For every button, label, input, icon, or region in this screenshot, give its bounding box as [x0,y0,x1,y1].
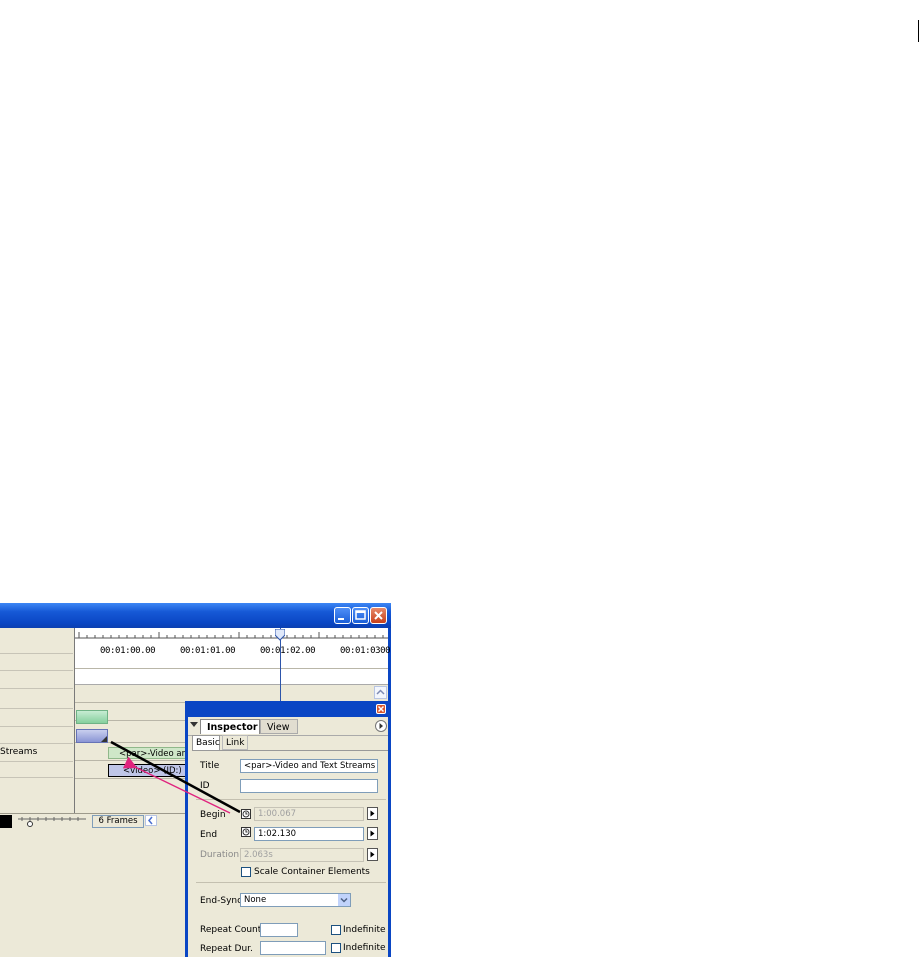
ruler-ticks [75,632,388,639]
layer-row [0,628,73,654]
scroll-left-button[interactable] [145,815,157,826]
repeat-dur-label: Repeat Dur. [200,944,253,954]
tab-view[interactable]: View [260,719,298,734]
inspector-panel: Inspector View Basic Link Title <par>-Vi… [185,701,391,957]
layer-row[interactable] [0,762,73,778]
begin-field[interactable]: 1:00.067 [254,807,364,821]
layer-row [0,671,73,689]
title-label: Title [200,761,220,771]
scale-container-label: Scale Container Elements [254,867,370,877]
duration-label: Duration [200,850,240,860]
duration-pick-button[interactable] [367,848,378,861]
ruler-label: 00:01:02.00 [260,646,316,656]
collapse-arrow-icon[interactable] [190,721,198,729]
layer-row [0,727,73,744]
scale-container-checkbox[interactable] [241,867,251,877]
scroll-up-button[interactable] [374,686,387,699]
ruler-label: 00:01:00.00 [100,646,156,656]
maximize-icon [355,610,366,620]
section-divider [196,799,386,800]
close-icon [374,611,383,620]
endsync-value: None [244,895,267,905]
begin-label: Begin [200,810,226,820]
timeline-status-bar: 6 Frames [0,813,200,828]
indefinite-label: Indefinite [343,925,386,935]
subtab-basic[interactable]: Basic [192,735,220,750]
minimize-button[interactable] [334,607,351,624]
section-divider [196,882,386,883]
maximize-button[interactable] [352,607,369,624]
chevron-up-icon [376,689,385,695]
inspector-header [188,701,388,717]
clip-text-stream[interactable] [76,710,108,724]
layer-row [0,689,73,709]
ruler-label: 00:01:0300 [340,646,391,656]
title-field[interactable]: <par>-Video and Text Streams [240,759,378,773]
dropdown-arrow[interactable] [338,894,350,906]
time-ruler[interactable]: 00:01:00.00 00:01:01.00 00:01:02.00 00:0… [75,628,391,685]
page-edge-mark [918,20,919,42]
panel-close-button[interactable] [376,704,386,714]
basic-properties: Title <par>-Video and Text Streams ID Be… [192,750,388,957]
id-field[interactable] [240,779,378,793]
clip-marker-icon [101,736,107,742]
layer-panel: Streams [0,628,75,818]
end-pick-button[interactable] [367,827,378,840]
repeat-count-indefinite-checkbox[interactable] [331,925,341,935]
repeat-dur-indefinite-checkbox[interactable] [331,943,341,953]
end-label: End [200,830,218,840]
endsync-label: End-Sync [200,896,243,906]
id-label: ID [200,781,210,791]
tab-inspector[interactable]: Inspector [200,719,260,734]
inspector-tab-strip: Inspector View [188,717,388,736]
layer-row [0,709,73,727]
indefinite-label: Indefinite [343,943,386,953]
repeat-dur-field[interactable] [260,941,326,955]
minimize-icon [338,618,344,620]
ruler-label: 00:01:01.00 [180,646,236,656]
clip-video-stream[interactable] [76,729,108,743]
play-icon [370,810,375,817]
play-icon [370,830,375,837]
subtab-link[interactable]: Link [222,735,248,750]
close-button[interactable] [370,607,387,624]
clock-icon[interactable] [241,809,251,819]
playhead-icon[interactable] [275,629,285,641]
play-icon [370,851,375,858]
duration-field[interactable]: 2.063s [240,848,364,862]
panel-menu-button[interactable] [375,720,387,732]
title-bar [0,603,391,628]
repeat-count-field[interactable] [260,923,298,937]
zoom-slider[interactable] [14,815,90,827]
frames-readout[interactable]: 6 Frames [92,815,144,828]
status-swatch [0,815,12,828]
layer-label-streams: Streams [0,747,38,757]
close-icon [377,705,385,713]
repeat-count-label: Repeat Count [200,925,262,935]
begin-pick-button[interactable] [367,807,378,820]
layer-row [0,654,73,671]
endsync-select[interactable]: None [240,893,351,907]
clock-icon[interactable] [241,827,251,837]
menu-arrow-icon [379,723,383,729]
end-field[interactable]: 1:02.130 [254,827,364,841]
chevron-down-icon [340,897,348,903]
ruler-divider [75,668,388,669]
chevron-left-icon [148,816,153,825]
